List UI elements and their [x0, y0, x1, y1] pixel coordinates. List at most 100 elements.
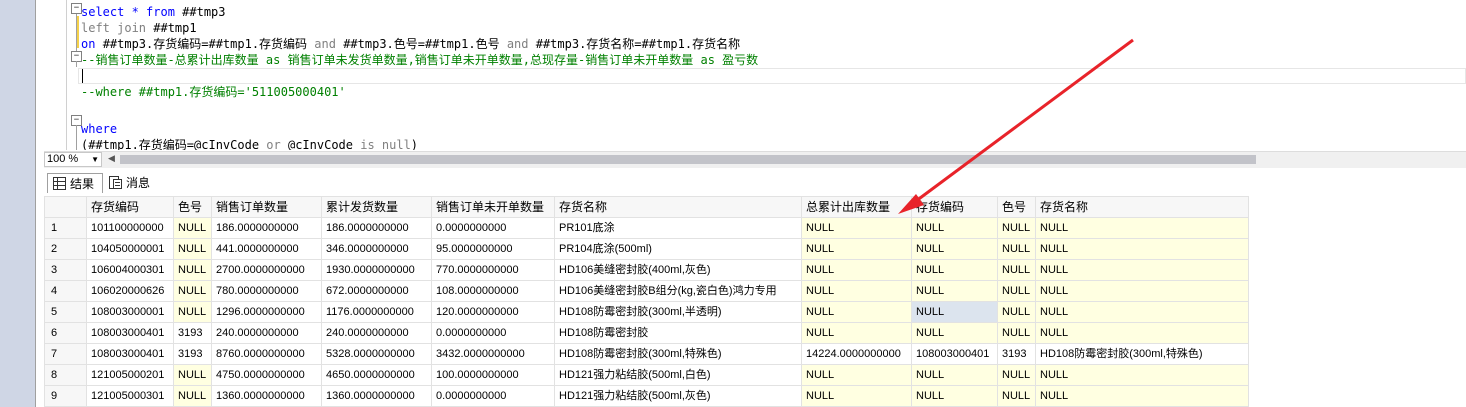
table-row[interactable]: 8 121005000201 NULL 4750.0000000000 4650.000…	[44, 364, 1249, 386]
table-cell[interactable]: 104050000001	[86, 238, 174, 260]
column-header[interactable]: 存货编码	[86, 196, 174, 218]
table-cell[interactable]: NULL	[1035, 322, 1249, 344]
table-cell[interactable]: NULL	[801, 301, 912, 323]
table-cell[interactable]: 240.0000000000	[321, 322, 432, 344]
table-cell[interactable]: 3432.0000000000	[431, 343, 555, 365]
table-cell[interactable]: 780.0000000000	[211, 280, 322, 302]
table-cell[interactable]: 120.0000000000	[431, 301, 555, 323]
table-cell[interactable]: NULL	[173, 385, 212, 407]
row-number[interactable]: 3	[44, 259, 87, 281]
table-cell[interactable]: NULL	[1035, 238, 1249, 260]
table-cell[interactable]: 4750.0000000000	[211, 364, 322, 386]
table-cell[interactable]: NULL	[1035, 301, 1249, 323]
table-row[interactable]: 3 106004000301 NULL 2700.0000000000 1930.000…	[44, 259, 1249, 281]
column-header[interactable]: 存货名称	[554, 196, 802, 218]
table-row[interactable]: 2 104050000001 NULL 441.0000000000 346.00000…	[44, 238, 1249, 260]
row-number[interactable]: 6	[44, 322, 87, 344]
table-cell[interactable]: NULL	[1035, 217, 1249, 239]
table-cell[interactable]: 3193	[173, 343, 212, 365]
results-grid[interactable]: 存货编码 色号 销售订单数量 累计发货数量 销售订单未开单数量 存货名称 总累计出库数量 存货…	[44, 196, 1466, 407]
row-number[interactable]: 9	[44, 385, 87, 407]
table-cell[interactable]: 0.0000000000	[431, 385, 555, 407]
table-cell[interactable]: 3193	[997, 343, 1036, 365]
table-cell[interactable]: 1360.0000000000	[321, 385, 432, 407]
column-header[interactable]: 色号	[173, 196, 212, 218]
table-cell[interactable]: NULL	[911, 385, 998, 407]
table-cell[interactable]: 186.0000000000	[211, 217, 322, 239]
table-cell[interactable]: 0.0000000000	[431, 322, 555, 344]
column-header[interactable]: 销售订单未开单数量	[431, 196, 555, 218]
table-cell[interactable]: NULL	[173, 301, 212, 323]
table-cell[interactable]: 441.0000000000	[211, 238, 322, 260]
row-number[interactable]: 4	[44, 280, 87, 302]
table-cell[interactable]: NULL	[801, 322, 912, 344]
table-cell[interactable]: 240.0000000000	[211, 322, 322, 344]
table-cell[interactable]: HD121强力粘结胶(500ml,灰色)	[554, 385, 802, 407]
row-number[interactable]: 2	[44, 238, 87, 260]
table-cell[interactable]: NULL	[997, 259, 1036, 281]
table-cell[interactable]: PR104底涂(500ml)	[554, 238, 802, 260]
table-cell[interactable]: NULL	[911, 364, 998, 386]
table-cell[interactable]: PR101底涂	[554, 217, 802, 239]
tab-messages[interactable]: 消息	[104, 173, 162, 193]
column-header[interactable]: 销售订单数量	[211, 196, 322, 218]
row-number[interactable]: 7	[44, 343, 87, 365]
column-header[interactable]: 总累计出库数量	[801, 196, 912, 218]
table-cell[interactable]: 121005000201	[86, 364, 174, 386]
horizontal-scrollbar-thumb[interactable]	[120, 155, 1256, 164]
table-cell[interactable]: NULL	[911, 301, 998, 323]
table-cell[interactable]: 0.0000000000	[431, 217, 555, 239]
table-cell[interactable]: NULL	[1035, 280, 1249, 302]
table-cell[interactable]: HD108防霉密封胶(300ml,半透明)	[554, 301, 802, 323]
column-header[interactable]: 存货名称	[1035, 196, 1249, 218]
table-cell[interactable]: 95.0000000000	[431, 238, 555, 260]
table-cell[interactable]: 108.0000000000	[431, 280, 555, 302]
table-cell[interactable]: 108003000401	[86, 343, 174, 365]
table-cell[interactable]: 770.0000000000	[431, 259, 555, 281]
table-cell[interactable]: NULL	[173, 217, 212, 239]
table-cell[interactable]: 346.0000000000	[321, 238, 432, 260]
table-row[interactable]: 7 108003000401 3193 8760.0000000000 5328.000…	[44, 343, 1249, 365]
table-cell[interactable]: 672.0000000000	[321, 280, 432, 302]
table-cell[interactable]: HD108防霉密封胶(300ml,特殊色)	[554, 343, 802, 365]
table-cell[interactable]: NULL	[911, 238, 998, 260]
table-row[interactable]: 5 108003000001 NULL 1296.0000000000 1176.000…	[44, 301, 1249, 323]
table-cell[interactable]: 1296.0000000000	[211, 301, 322, 323]
table-cell[interactable]: NULL	[801, 364, 912, 386]
table-cell[interactable]: 14224.0000000000	[801, 343, 912, 365]
table-cell[interactable]: 4650.0000000000	[321, 364, 432, 386]
table-cell[interactable]: NULL	[997, 301, 1036, 323]
table-cell[interactable]: NULL	[911, 259, 998, 281]
table-row[interactable]: 4 106020000626 NULL 780.0000000000 672.00000…	[44, 280, 1249, 302]
table-cell[interactable]: NULL	[801, 259, 912, 281]
table-cell[interactable]: NULL	[911, 322, 998, 344]
row-number[interactable]: 8	[44, 364, 87, 386]
table-cell[interactable]: 108003000401	[86, 322, 174, 344]
table-cell[interactable]: 1930.0000000000	[321, 259, 432, 281]
table-cell[interactable]: HD121强力粘结胶(500ml,白色)	[554, 364, 802, 386]
table-cell[interactable]: 2700.0000000000	[211, 259, 322, 281]
table-cell[interactable]: NULL	[911, 217, 998, 239]
table-cell[interactable]: NULL	[1035, 364, 1249, 386]
table-cell[interactable]: 106020000626	[86, 280, 174, 302]
table-cell[interactable]: 8760.0000000000	[211, 343, 322, 365]
table-cell[interactable]: 100.0000000000	[431, 364, 555, 386]
row-number[interactable]: 5	[44, 301, 87, 323]
table-cell[interactable]: 101100000000	[86, 217, 174, 239]
table-cell[interactable]: 108003000401	[911, 343, 998, 365]
column-header[interactable]: 色号	[997, 196, 1036, 218]
table-cell[interactable]: HD106美缝密封胶(400ml,灰色)	[554, 259, 802, 281]
table-cell[interactable]: 186.0000000000	[321, 217, 432, 239]
table-row[interactable]: 6 108003000401 3193 240.0000000000 240.00000…	[44, 322, 1249, 344]
table-row[interactable]: 9 121005000301 NULL 1360.0000000000 1360.000…	[44, 385, 1249, 407]
table-cell[interactable]: NULL	[801, 217, 912, 239]
table-cell[interactable]: NULL	[1035, 259, 1249, 281]
scroll-left-icon[interactable]: ◀	[108, 154, 115, 165]
table-cell[interactable]: NULL	[997, 385, 1036, 407]
table-cell[interactable]: NULL	[911, 280, 998, 302]
table-cell[interactable]: NULL	[997, 322, 1036, 344]
table-cell[interactable]: 121005000301	[86, 385, 174, 407]
table-cell[interactable]: NULL	[997, 364, 1036, 386]
row-number[interactable]: 1	[44, 217, 87, 239]
table-cell[interactable]: 1176.0000000000	[321, 301, 432, 323]
